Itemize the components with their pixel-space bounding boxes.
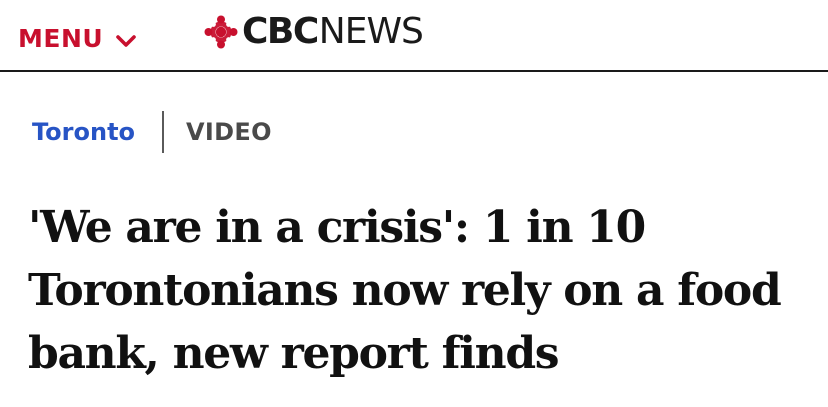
cbc-news-logo[interactable]: CBC NEWS: [204, 11, 424, 52]
cbc-gem-icon: [204, 15, 238, 49]
site-header: MENU CBC NEWS: [0, 0, 828, 72]
content-type-label: VIDEO: [186, 118, 272, 146]
breadcrumb-section-link[interactable]: Toronto: [32, 112, 135, 152]
menu-button[interactable]: MENU: [18, 24, 137, 54]
breadcrumb-divider: [162, 111, 165, 153]
logo-section-text: NEWS: [318, 11, 424, 52]
article-headline: 'We are in a crisis': 1 in 10 Torontonia…: [28, 202, 782, 379]
breadcrumb: Toronto VIDEO: [32, 111, 272, 153]
chevron-down-icon: [116, 35, 136, 47]
logo-brand-text: CBC: [242, 11, 319, 52]
menu-label: MENU: [18, 24, 104, 53]
